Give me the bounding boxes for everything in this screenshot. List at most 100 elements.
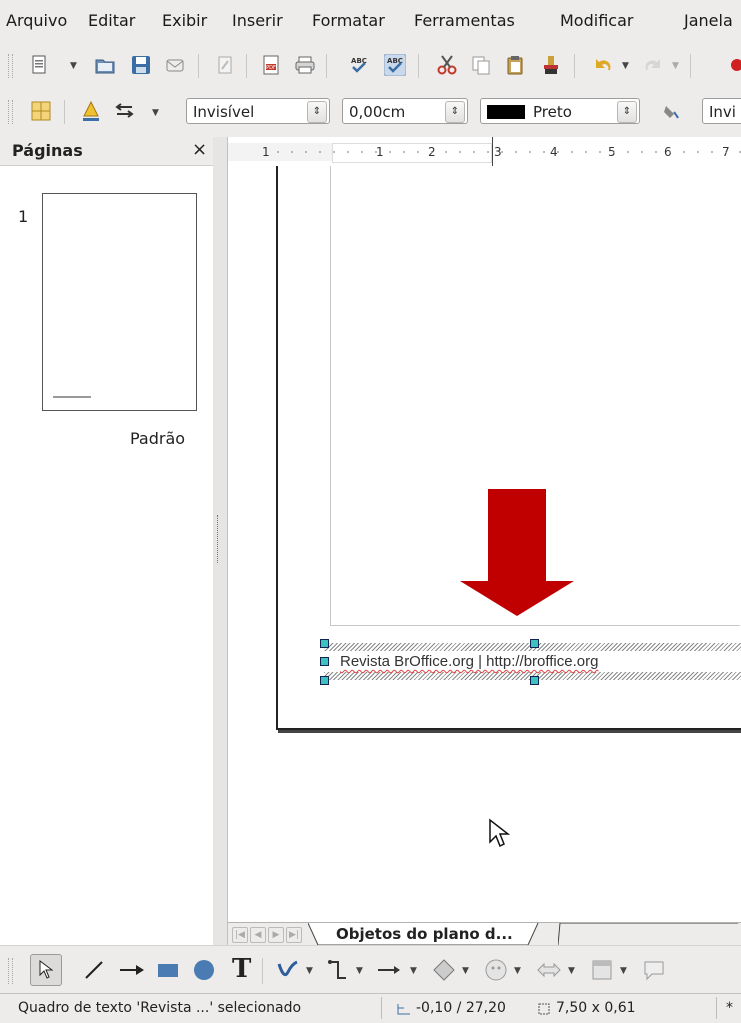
mouse-pointer-icon	[489, 818, 510, 848]
new-document-icon[interactable]	[28, 54, 50, 76]
redo-icon[interactable]	[642, 54, 664, 76]
edit-file-icon[interactable]	[214, 54, 236, 76]
email-icon[interactable]	[164, 54, 186, 76]
callouts-icon[interactable]	[642, 958, 666, 982]
page-number: 1	[18, 207, 29, 226]
curve-dropdown-icon[interactable]: ▼	[306, 966, 313, 976]
menu-modificar[interactable]: Modificar	[560, 11, 633, 30]
paste-icon[interactable]	[504, 54, 526, 76]
first-tab-icon[interactable]: |◀	[232, 927, 248, 943]
resize-handle[interactable]	[530, 676, 539, 685]
chevron-updown-icon[interactable]: ⇕	[617, 101, 637, 123]
arrow-style-dropdown-icon[interactable]: ▼	[152, 108, 159, 118]
position-icon	[397, 1004, 410, 1015]
line-width-value: 0,00cm	[349, 103, 406, 121]
export-pdf-icon[interactable]: PDF	[260, 54, 282, 76]
lines-arrows-tool-icon[interactable]	[376, 958, 404, 982]
standard-toolbar: ▼ PDF ABC ABC ▼ ▼	[0, 44, 741, 89]
thumbnail-footer-text	[53, 396, 91, 398]
line-style-select[interactable]: Invisível ⇕	[186, 98, 330, 124]
panel-splitter[interactable]	[213, 137, 228, 945]
rectangle-tool-icon[interactable]	[156, 960, 180, 980]
red-down-arrow-icon	[460, 489, 574, 616]
menu-inserir[interactable]: Inserir	[232, 11, 283, 30]
copy-icon[interactable]	[470, 54, 492, 76]
text-frame[interactable]: Revista BrOffice.org | http://broffice.o…	[320, 639, 741, 685]
clone-formatting-icon[interactable]	[540, 54, 562, 76]
line-and-filling-toolbar: ▼ Invisível ⇕ 0,00cm ⇕ Preto ⇕ Invi	[0, 88, 741, 138]
resize-handle[interactable]	[320, 639, 329, 648]
connector-dropdown-icon[interactable]: ▼	[356, 966, 363, 976]
inactive-tab-outline	[558, 923, 738, 946]
print-icon[interactable]	[294, 54, 316, 76]
selection-status: Quadro de texto 'Revista ...' selecionad…	[0, 997, 382, 1019]
next-tab-icon[interactable]: ▶	[268, 927, 284, 943]
block-arrows-icon[interactable]	[536, 958, 562, 982]
flowchart-icon[interactable]	[590, 958, 614, 982]
navigator-icon[interactable]	[30, 100, 52, 122]
menu-janela[interactable]: Janela	[684, 11, 733, 30]
cursor-position: -0,10 / 27,20	[416, 1000, 506, 1016]
pages-panel-header: Páginas ×	[0, 137, 213, 166]
undo-icon[interactable]	[592, 54, 614, 76]
stop-icon[interactable]	[726, 54, 741, 76]
curve-tool-icon[interactable]	[276, 958, 300, 982]
new-dropdown-icon[interactable]: ▼	[70, 61, 77, 71]
layer-tab-bar: |◀ ◀ ▶ ▶| Objetos do plano d...	[228, 922, 741, 946]
symbol-shapes-icon[interactable]	[484, 958, 508, 982]
menu-exibir[interactable]: Exibir	[162, 11, 207, 30]
undo-dropdown-icon[interactable]: ▼	[622, 61, 629, 71]
toolbar-grip[interactable]	[8, 100, 13, 124]
drawing-canvas[interactable]: Revista BrOffice.org | http://broffice.o…	[228, 166, 741, 922]
redo-dropdown-icon[interactable]: ▼	[672, 61, 679, 71]
line-color-select[interactable]: Preto ⇕	[480, 98, 640, 124]
menu-editar[interactable]: Editar	[88, 11, 135, 30]
basic-shapes-icon[interactable]	[432, 958, 456, 982]
color-swatch	[487, 105, 525, 119]
menu-arquivo[interactable]: Arquivo	[6, 11, 67, 30]
area-style-select[interactable]: Invi	[702, 98, 741, 124]
lines-arrows-dropdown-icon[interactable]: ▼	[410, 966, 417, 976]
resize-handle[interactable]	[530, 639, 539, 648]
select-tool-button[interactable]	[30, 954, 62, 986]
area-fill-icon[interactable]	[660, 100, 682, 122]
chevron-updown-icon[interactable]: ⇕	[307, 101, 327, 123]
text-frame-content[interactable]: Revista BrOffice.org | http://broffice.o…	[340, 653, 598, 670]
spin-updown-icon[interactable]: ⇕	[445, 101, 465, 123]
page-thumbnail[interactable]	[42, 193, 197, 411]
basic-shapes-dropdown-icon[interactable]: ▼	[462, 966, 469, 976]
symbol-shapes-dropdown-icon[interactable]: ▼	[514, 966, 521, 976]
menu-ferramentas[interactable]: Ferramentas	[414, 11, 515, 30]
page-layout-label: Padrão	[130, 429, 186, 448]
splitter-grip[interactable]	[217, 515, 220, 563]
open-folder-icon[interactable]	[94, 54, 116, 76]
layer-tab-label[interactable]: Objetos do plano d...	[336, 925, 513, 943]
line-tool-icon[interactable]	[82, 958, 106, 982]
line-arrow-tool-icon[interactable]	[118, 958, 146, 982]
line-icon[interactable]	[80, 100, 102, 122]
horizontal-ruler[interactable]: 1 1 2 3 4 5 6 7	[228, 137, 741, 167]
status-bar: Quadro de texto 'Revista ...' selecionad…	[0, 993, 741, 1023]
ellipse-tool-icon[interactable]	[192, 958, 216, 982]
prev-tab-icon[interactable]: ◀	[250, 927, 266, 943]
spellcheck-icon[interactable]: ABC	[348, 54, 370, 76]
flowchart-dropdown-icon[interactable]: ▼	[620, 966, 627, 976]
autospellcheck-icon[interactable]: ABC	[384, 54, 406, 76]
block-arrows-dropdown-icon[interactable]: ▼	[568, 966, 575, 976]
connector-tool-icon[interactable]	[326, 958, 350, 982]
last-tab-icon[interactable]: ▶|	[286, 927, 302, 943]
resize-handle[interactable]	[320, 657, 329, 666]
arrow-style-icon[interactable]	[114, 100, 136, 122]
save-icon[interactable]	[130, 54, 152, 76]
document-modified-indicator[interactable]: *	[726, 997, 733, 1019]
line-width-field[interactable]: 0,00cm ⇕	[342, 98, 468, 124]
text-tool-icon[interactable]: T	[232, 954, 251, 984]
line-color-value: Preto	[533, 103, 572, 121]
close-icon[interactable]: ×	[192, 139, 207, 160]
toolbar-grip[interactable]	[8, 958, 13, 984]
resize-handle[interactable]	[320, 676, 329, 685]
toolbar-grip[interactable]	[8, 54, 13, 78]
cut-icon[interactable]	[436, 54, 458, 76]
menu-formatar[interactable]: Formatar	[312, 11, 385, 30]
select-arrow-icon	[39, 960, 54, 979]
